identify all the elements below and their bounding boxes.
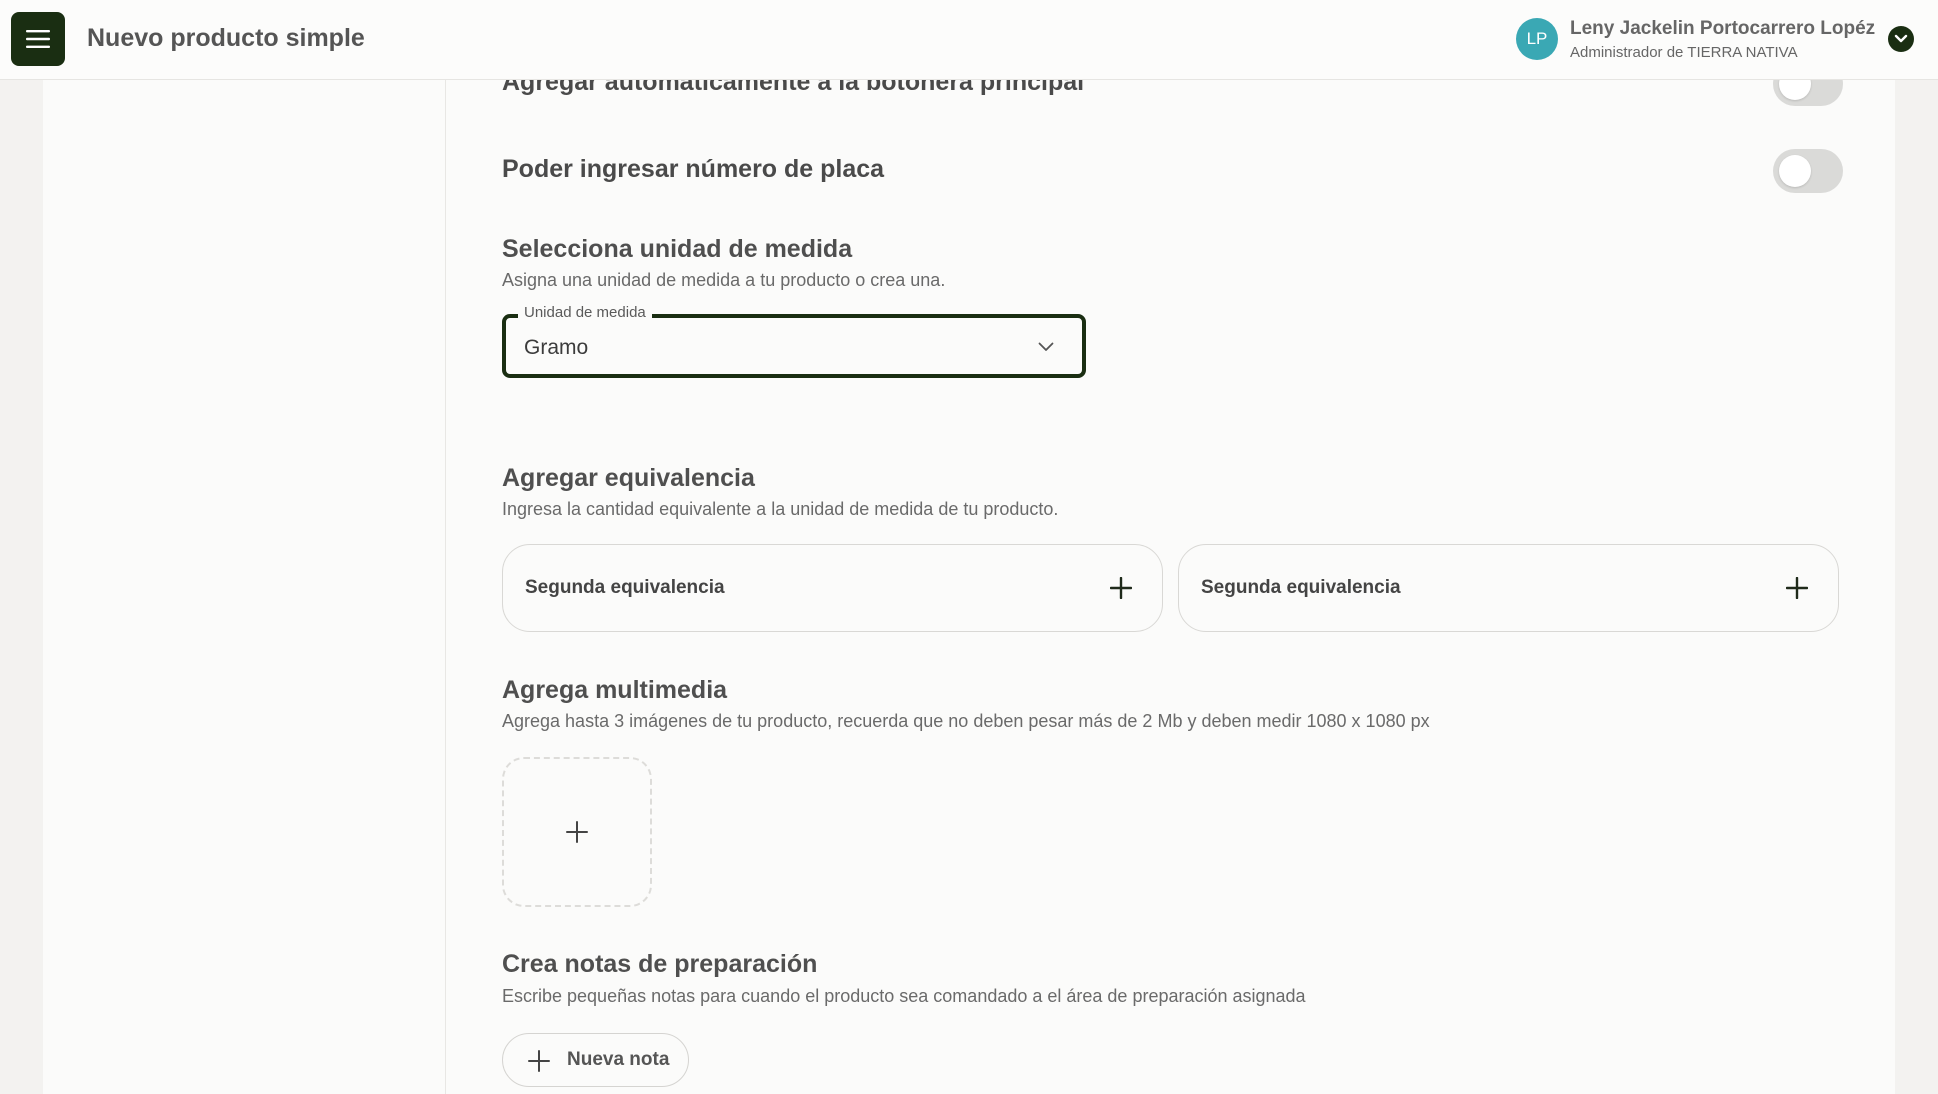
chevron-down-icon	[1894, 34, 1908, 43]
unit-section-subtitle: Asigna una unidad de medida a tu product…	[502, 270, 946, 290]
left-panel	[43, 80, 446, 1094]
page-title: Nuevo producto simple	[87, 24, 365, 52]
toggle-knob	[1779, 155, 1811, 187]
notes-section-subtitle: Escribe pequeñas notas para cuando el pr…	[502, 986, 1306, 1006]
plate-number-label: Poder ingresar número de placa	[502, 155, 885, 183]
notes-section-title: Crea notas de preparación	[502, 950, 818, 978]
multimedia-section-title: Agrega multimedia	[502, 676, 728, 704]
unit-select-value: Gramo	[524, 336, 589, 359]
equivalence-card-label: Segunda equivalencia	[525, 577, 725, 598]
plate-number-toggle[interactable]	[1773, 149, 1843, 193]
multimedia-section-subtitle: Agrega hasta 3 imágenes de tu producto, …	[502, 711, 1430, 731]
page: Nuevo producto simple LP Leny Jackelin P…	[0, 0, 1938, 1094]
unit-section-title: Selecciona unidad de medida	[502, 235, 853, 263]
new-note-label: Nueva nota	[567, 1049, 670, 1070]
auto-add-label: Agregar automáticamente a la botonera pr…	[502, 80, 1085, 96]
avatar[interactable]: LP	[1516, 18, 1558, 60]
unit-select-label: Unidad de medida	[518, 304, 652, 321]
plus-icon[interactable]	[1786, 577, 1808, 599]
app-header: Nuevo producto simple LP Leny Jackelin P…	[0, 0, 1938, 80]
equivalence-section-title: Agregar equivalencia	[502, 464, 755, 492]
equivalence-card[interactable]: Segunda equivalencia	[502, 544, 1163, 632]
plus-icon[interactable]	[1110, 577, 1132, 599]
user-name: Leny Jackelin Portocarrero Lopéz	[1570, 18, 1876, 39]
user-menu-button[interactable]	[1888, 26, 1914, 52]
new-note-button[interactable]: Nueva nota	[502, 1033, 689, 1087]
plus-icon	[566, 821, 588, 843]
equivalence-card[interactable]: Segunda equivalencia	[1178, 544, 1839, 632]
equivalence-card-label: Segunda equivalencia	[1201, 577, 1401, 598]
user-role: Administrador de TIERRA NATIVA	[1570, 44, 1798, 61]
plus-icon	[528, 1050, 550, 1072]
product-form: Agregar automáticamente a la botonera pr…	[446, 80, 1895, 1094]
unit-select[interactable]: Unidad de medida Gramo	[502, 304, 1086, 378]
menu-button[interactable]	[11, 12, 65, 66]
auto-add-toggle[interactable]	[1773, 80, 1843, 106]
chevron-down-icon	[1038, 342, 1054, 351]
toggle-knob	[1779, 80, 1811, 100]
menu-icon	[26, 30, 50, 48]
image-upload-button[interactable]	[502, 757, 652, 907]
equivalence-section-subtitle: Ingresa la cantidad equivalente a la uni…	[502, 499, 1059, 519]
